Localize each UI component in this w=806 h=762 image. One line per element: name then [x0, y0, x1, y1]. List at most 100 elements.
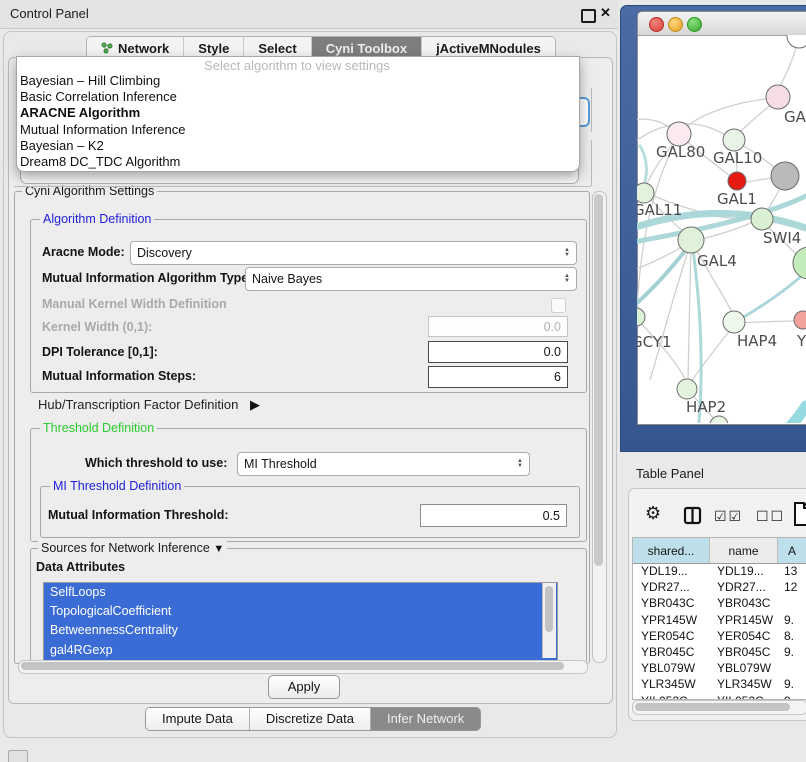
- close-icon[interactable]: ✕: [600, 5, 611, 21]
- table-hscrollbar-thumb[interactable]: [635, 703, 790, 711]
- table-cell: YPR145W: [633, 612, 709, 628]
- table-row[interactable]: YDL19...YDL19...13: [633, 563, 806, 579]
- table-cell: YDR27...: [709, 579, 776, 595]
- table-cell: YDR27...: [633, 579, 709, 595]
- attributes-scrollbar-thumb[interactable]: [545, 586, 553, 632]
- table-row[interactable]: YIL052CYIL052C9: [633, 693, 806, 701]
- dpi-tolerance-field[interactable]: 0.0: [428, 341, 568, 363]
- column-header-name[interactable]: name: [710, 538, 778, 563]
- settings-scrollbar-thumb[interactable]: [594, 194, 603, 566]
- table-cell: 9.: [776, 644, 806, 660]
- panel-border-fragment: [14, 186, 591, 187]
- minimize-window-icon[interactable]: [668, 17, 683, 32]
- algorithm-definition-title: Algorithm Definition: [40, 212, 154, 226]
- algorithm-dropdown-placeholder: Select algorithm to view settings: [16, 58, 578, 73]
- screen: Control Panel ✕ Network Style Select Cyn…: [0, 0, 806, 762]
- algorithm-option[interactable]: Bayesian – K2: [16, 138, 576, 154]
- tab-cyni-toolbox-label: Cyni Toolbox: [326, 41, 407, 56]
- gear-icon[interactable]: ⚙: [645, 503, 661, 524]
- data-attribute-item[interactable]: SelfLoops: [44, 583, 557, 602]
- apply-button[interactable]: Apply: [268, 675, 340, 699]
- deselect-all-checks-icon[interactable]: ☐☐: [756, 508, 785, 525]
- select-all-checks-icon[interactable]: ☑☑: [714, 508, 743, 525]
- hub-definition-label: Hub/Transcription Factor Definition: [38, 397, 238, 412]
- close-window-icon[interactable]: [649, 17, 664, 32]
- algorithm-option[interactable]: Mutual Information Inference: [16, 122, 576, 138]
- mi-algorithm-type-combo[interactable]: Naive Bayes ▲▼: [245, 267, 577, 291]
- algorithm-option[interactable]: Basic Correlation Inference: [16, 89, 576, 105]
- panel-border-fragment: [591, 140, 592, 186]
- table-panel-title: Table Panel: [636, 466, 704, 481]
- table-row[interactable]: YBL079WYBL079W: [633, 660, 806, 676]
- control-panel-title: Control Panel: [10, 6, 89, 21]
- table-cell: [776, 660, 806, 676]
- table-cell: 9.: [776, 676, 806, 692]
- zoom-window-icon[interactable]: [687, 17, 702, 32]
- dpi-tolerance-label: DPI Tolerance [0,1]:: [42, 345, 158, 359]
- aracne-mode-combo[interactable]: Discovery ▲▼: [130, 241, 577, 265]
- tab-infer-network[interactable]: Infer Network: [370, 708, 480, 730]
- expand-right-icon: ▶: [250, 397, 260, 412]
- sources-title[interactable]: Sources for Network Inference ▼: [38, 541, 227, 555]
- control-panel-titlebar: [0, 0, 618, 29]
- tab-discretize-data[interactable]: Discretize Data: [249, 708, 370, 730]
- table-row[interactable]: YER054CYER054C8.: [633, 628, 806, 644]
- manual-kernel-checkbox[interactable]: [551, 298, 566, 313]
- mi-threshold-definition-title: MI Threshold Definition: [50, 479, 184, 493]
- tab-jactivemnodules-label: jActiveMNodules: [436, 41, 541, 56]
- collapse-down-icon: ▼: [213, 543, 224, 555]
- column-header-partial[interactable]: A: [778, 538, 806, 563]
- algorithm-option[interactable]: Bayesian – Hill Climbing: [16, 73, 576, 89]
- table-cell: YDL19...: [633, 563, 709, 579]
- column-header-shared-name[interactable]: shared...: [633, 538, 710, 563]
- cyni-bottom-tabs: Impute Data Discretize Data Infer Networ…: [145, 707, 481, 731]
- data-attributes-list[interactable]: SelfLoopsTopologicalCoefficientBetweenne…: [43, 582, 558, 661]
- table-cell: YBR045C: [709, 644, 776, 660]
- table-cell: YBR045C: [633, 644, 709, 660]
- which-threshold-label: Which threshold to use:: [85, 456, 227, 470]
- data-attribute-item[interactable]: TopologicalCoefficient: [44, 602, 557, 621]
- sources-title-label: Sources for Network Inference: [41, 541, 210, 555]
- which-threshold-value: MI Threshold: [244, 457, 517, 471]
- table-cell: 8.: [776, 628, 806, 644]
- table-cell: YDL19...: [709, 563, 776, 579]
- tab-select-label: Select: [258, 41, 296, 56]
- table-row[interactable]: YPR145WYPR145W9.: [633, 612, 806, 628]
- network-window-titlebar[interactable]: [638, 12, 806, 36]
- kernel-width-field[interactable]: 0.0: [428, 316, 568, 337]
- table-cell: YIL052C: [709, 693, 776, 701]
- table-cell: YBR043C: [709, 595, 776, 611]
- table-row[interactable]: YDR27...YDR27...12: [633, 579, 806, 595]
- stepper-icon: ▲▼: [517, 459, 523, 469]
- algorithm-option[interactable]: Dream8 DC_TDC Algorithm: [16, 154, 576, 170]
- mi-algorithm-type-label: Mutual Information Algorithm Type:: [42, 271, 252, 285]
- tab-impute-data[interactable]: Impute Data: [146, 708, 249, 730]
- settings-hscrollbar-thumb[interactable]: [21, 662, 564, 670]
- table-rows: YDL19...YDL19...13YDR27...YDR27...12YBR0…: [633, 563, 806, 700]
- mi-steps-field[interactable]: 6: [428, 366, 568, 388]
- export-table-icon[interactable]: [792, 501, 806, 527]
- table-cell: YPR145W: [709, 612, 776, 628]
- table-cell: YBL079W: [633, 660, 709, 676]
- stepper-icon: ▲▼: [564, 248, 570, 258]
- algorithm-option[interactable]: ARACNE Algorithm: [16, 105, 576, 121]
- minimized-panel-icon[interactable]: [8, 750, 28, 762]
- which-threshold-combo[interactable]: MI Threshold ▲▼: [237, 452, 530, 476]
- table-row[interactable]: YBR043CYBR043C: [633, 595, 806, 611]
- table-cell: 9: [776, 693, 806, 701]
- data-attributes-label: Data Attributes: [36, 560, 125, 574]
- network-window[interactable]: [637, 11, 806, 425]
- mi-threshold-field[interactable]: 0.5: [420, 504, 567, 527]
- float-panel-icon[interactable]: [581, 9, 596, 23]
- tab-network-label: Network: [118, 41, 169, 56]
- table-row[interactable]: YBR045CYBR045C9.: [633, 644, 806, 660]
- columns-icon[interactable]: [683, 506, 702, 525]
- table-cell: YER054C: [709, 628, 776, 644]
- table-header-row: shared... name A: [633, 538, 806, 564]
- table-row[interactable]: YLR345WYLR345W9.: [633, 676, 806, 692]
- aracne-mode-label: Aracne Mode:: [42, 245, 125, 259]
- hub-definition-toggle[interactable]: Hub/Transcription Factor Definition ▶: [38, 397, 260, 413]
- data-attribute-item[interactable]: gal4RGexp: [44, 641, 557, 660]
- mi-threshold-label: Mutual Information Threshold:: [48, 508, 229, 522]
- data-attribute-item[interactable]: BetweennessCentrality: [44, 621, 557, 640]
